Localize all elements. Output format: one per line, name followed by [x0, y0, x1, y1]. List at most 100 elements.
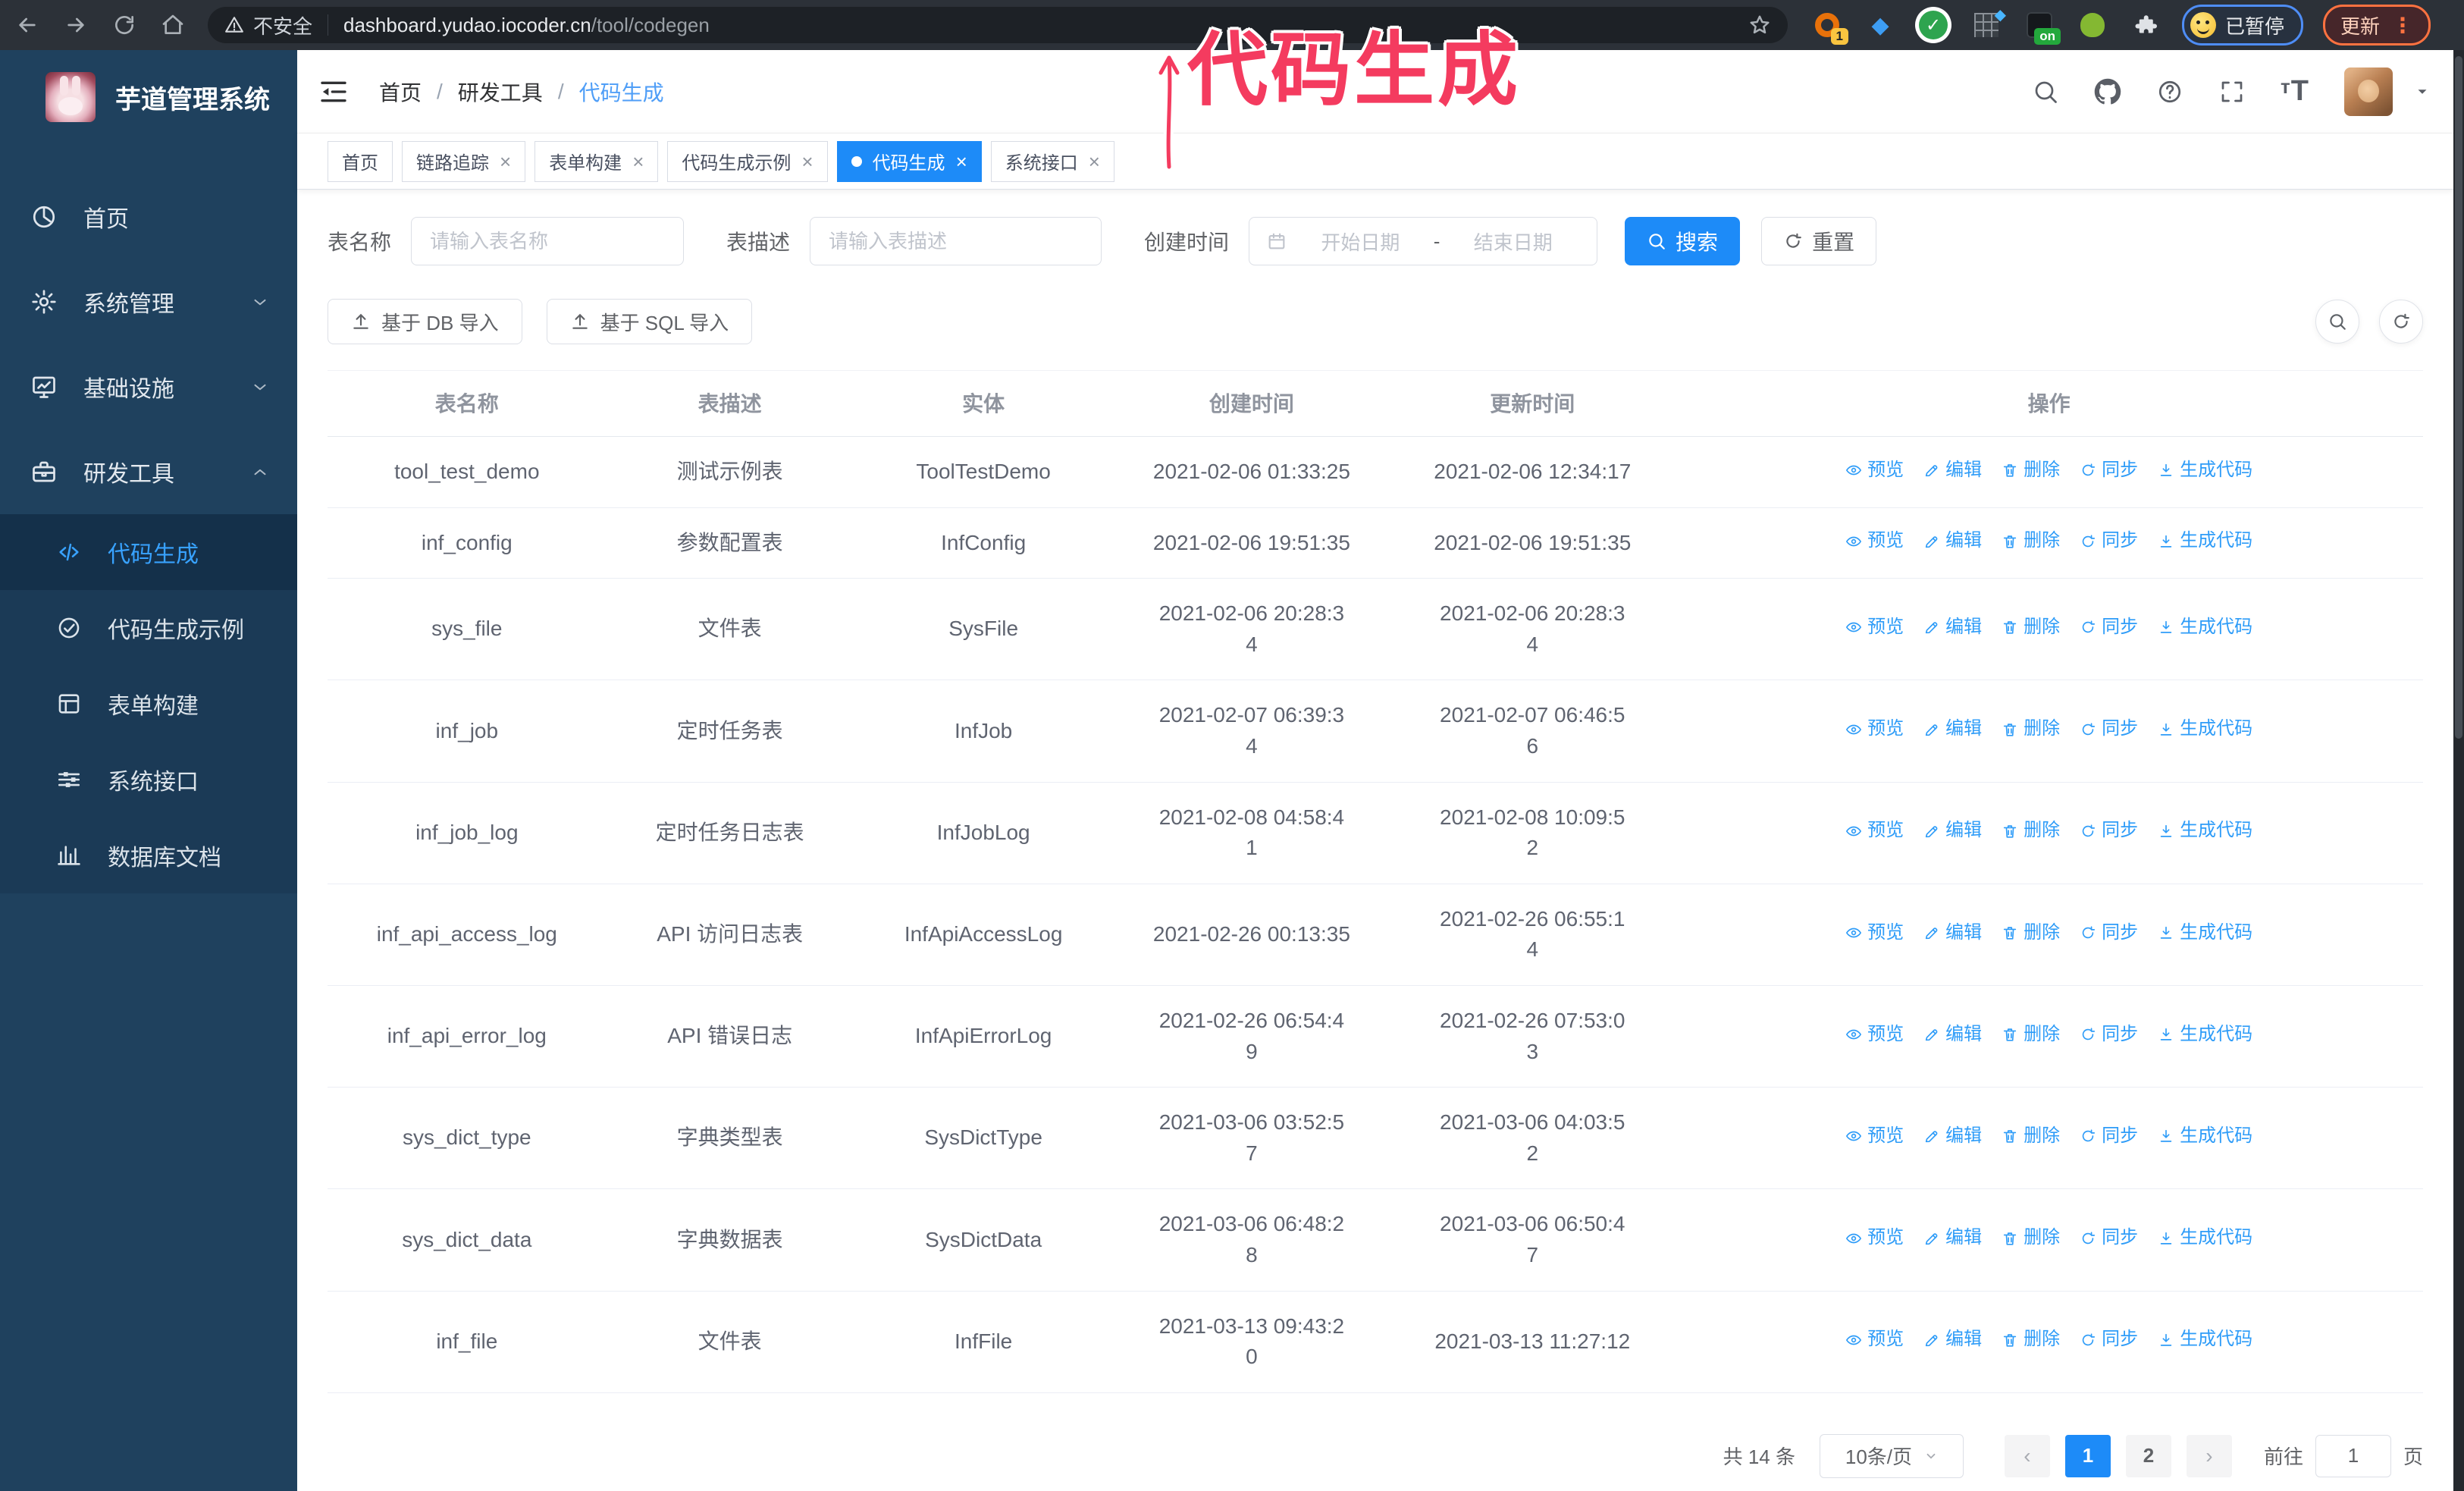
action-删除[interactable]: 删除	[2002, 818, 2060, 844]
action-删除[interactable]: 删除	[2002, 1326, 2060, 1353]
action-编辑[interactable]: 编辑	[1923, 1225, 1982, 1251]
blue-gem-extension[interactable]: ◆	[1864, 8, 1897, 42]
action-同步[interactable]: 同步	[2080, 528, 2138, 554]
bookmark-star-icon[interactable]	[1748, 14, 1771, 36]
action-预览[interactable]: 预览	[1845, 716, 1904, 742]
action-同步[interactable]: 同步	[2080, 1123, 2138, 1150]
action-同步[interactable]: 同步	[2080, 1022, 2138, 1048]
tag-首页[interactable]: 首页	[328, 140, 393, 182]
action-同步[interactable]: 同步	[2080, 920, 2138, 946]
sidebar-subitem-代码生成[interactable]: 代码生成	[0, 514, 297, 590]
action-预览[interactable]: 预览	[1845, 818, 1904, 844]
page-size-select[interactable]: 10条/页	[1819, 1433, 1964, 1478]
date-range-picker[interactable]: 开始日期 - 结束日期	[1249, 217, 1598, 265]
page-button-2[interactable]: 2	[2125, 1434, 2171, 1477]
table-desc-input[interactable]	[810, 217, 1102, 265]
action-删除[interactable]: 删除	[2002, 457, 2060, 484]
action-编辑[interactable]: 编辑	[1923, 614, 1982, 641]
sidebar-toggle-icon[interactable]	[318, 77, 349, 107]
action-生成代码[interactable]: 生成代码	[2158, 1022, 2252, 1048]
action-生成代码[interactable]: 生成代码	[2158, 716, 2252, 742]
action-同步[interactable]: 同步	[2080, 716, 2138, 742]
action-同步[interactable]: 同步	[2080, 1326, 2138, 1353]
action-同步[interactable]: 同步	[2080, 614, 2138, 641]
tag-close-icon[interactable]: ×	[632, 152, 644, 171]
action-删除[interactable]: 删除	[2002, 920, 2060, 946]
action-预览[interactable]: 预览	[1845, 1225, 1904, 1251]
orange-circle-extension[interactable]: 1	[1810, 8, 1848, 45]
puzzle-extensions-icon[interactable]	[2129, 8, 2162, 42]
action-生成代码[interactable]: 生成代码	[2158, 528, 2252, 554]
tag-表单构建[interactable]: 表单构建 ×	[534, 140, 659, 182]
browser-update-button[interactable]: 更新 ⋮	[2323, 5, 2431, 46]
sidebar-subitem-代码生成示例[interactable]: 代码生成示例	[0, 590, 297, 666]
action-编辑[interactable]: 编辑	[1923, 920, 1982, 946]
scrollbar[interactable]	[2453, 50, 2464, 1491]
action-编辑[interactable]: 编辑	[1923, 1123, 1982, 1150]
action-生成代码[interactable]: 生成代码	[2158, 1326, 2252, 1353]
sidebar-item-基础设施[interactable]: 基础设施	[0, 344, 297, 429]
action-删除[interactable]: 删除	[2002, 614, 2060, 641]
sidebar-subitem-系统接口[interactable]: 系统接口	[0, 742, 297, 818]
fullscreen-icon[interactable]	[2218, 78, 2246, 105]
action-预览[interactable]: 预览	[1845, 1022, 1904, 1048]
help-icon[interactable]	[2156, 78, 2183, 105]
action-预览[interactable]: 预览	[1845, 1123, 1904, 1150]
tag-代码生成[interactable]: 代码生成 ×	[836, 140, 982, 182]
sidebar-logo-row[interactable]: 芋道管理系统	[0, 50, 297, 144]
tag-close-icon[interactable]: ×	[1089, 152, 1100, 171]
prev-page-button[interactable]: ‹	[2004, 1434, 2050, 1477]
date-end-placeholder[interactable]: 结束日期	[1446, 228, 1580, 256]
kebab-menu-icon[interactable]: ⋮	[2392, 13, 2413, 38]
action-删除[interactable]: 删除	[2002, 528, 2060, 554]
action-预览[interactable]: 预览	[1845, 1326, 1904, 1353]
action-生成代码[interactable]: 生成代码	[2158, 818, 2252, 844]
action-生成代码[interactable]: 生成代码	[2158, 614, 2252, 641]
sidebar-item-系统管理[interactable]: 系统管理	[0, 259, 297, 344]
tag-close-icon[interactable]: ×	[500, 152, 511, 171]
github-icon[interactable]	[2094, 78, 2121, 105]
grid-extension[interactable]: ◆	[1970, 7, 2006, 42]
green-check-extension[interactable]: ✓	[1917, 8, 1950, 42]
action-生成代码[interactable]: 生成代码	[2158, 920, 2252, 946]
action-生成代码[interactable]: 生成代码	[2158, 1123, 2252, 1150]
dark-extension[interactable]: on	[2023, 8, 2061, 45]
breadcrumb-item[interactable]: 首页	[379, 77, 422, 107]
breadcrumb-item[interactable]: 代码生成	[579, 77, 664, 107]
profile-chip[interactable]: 已暂停	[2182, 5, 2304, 46]
action-同步[interactable]: 同步	[2080, 1225, 2138, 1251]
green-figure-extension[interactable]	[2076, 8, 2109, 42]
sidebar-item-首页[interactable]: 首页	[0, 174, 297, 259]
sidebar-subitem-表单构建[interactable]: 表单构建	[0, 666, 297, 742]
tag-代码生成示例[interactable]: 代码生成示例 ×	[667, 140, 828, 182]
date-start-placeholder[interactable]: 开始日期	[1293, 228, 1428, 256]
action-编辑[interactable]: 编辑	[1923, 818, 1982, 844]
address-bar[interactable]: 不安全 dashboard.yudao.iocoder.cn/tool/code…	[208, 7, 1788, 43]
sidebar-subitem-数据库文档[interactable]: 数据库文档	[0, 818, 297, 893]
page-button-1[interactable]: 1	[2064, 1434, 2111, 1477]
action-预览[interactable]: 预览	[1845, 614, 1904, 641]
scrollbar-thumb[interactable]	[2455, 56, 2462, 739]
breadcrumb-item[interactable]: 研发工具	[458, 77, 543, 107]
action-预览[interactable]: 预览	[1845, 920, 1904, 946]
action-删除[interactable]: 删除	[2002, 1225, 2060, 1251]
refresh-button[interactable]	[2379, 300, 2423, 344]
action-编辑[interactable]: 编辑	[1923, 457, 1982, 484]
reset-button[interactable]: 重置	[1761, 217, 1877, 265]
action-同步[interactable]: 同步	[2080, 457, 2138, 484]
tag-close-icon[interactable]: ×	[801, 152, 813, 171]
table-name-input[interactable]	[411, 217, 685, 265]
action-编辑[interactable]: 编辑	[1923, 716, 1982, 742]
goto-page-input[interactable]	[2315, 1434, 2391, 1477]
import-db-button[interactable]: 基于 DB 导入	[328, 299, 522, 344]
action-删除[interactable]: 删除	[2002, 716, 2060, 742]
action-生成代码[interactable]: 生成代码	[2158, 1225, 2252, 1251]
toggle-search-button[interactable]	[2315, 300, 2359, 344]
action-预览[interactable]: 预览	[1845, 457, 1904, 484]
next-page-button[interactable]: ›	[2186, 1434, 2232, 1477]
search-icon[interactable]	[2032, 78, 2059, 105]
browser-forward-button[interactable]	[55, 7, 97, 43]
action-编辑[interactable]: 编辑	[1923, 528, 1982, 554]
action-预览[interactable]: 预览	[1845, 528, 1904, 554]
action-删除[interactable]: 删除	[2002, 1123, 2060, 1150]
